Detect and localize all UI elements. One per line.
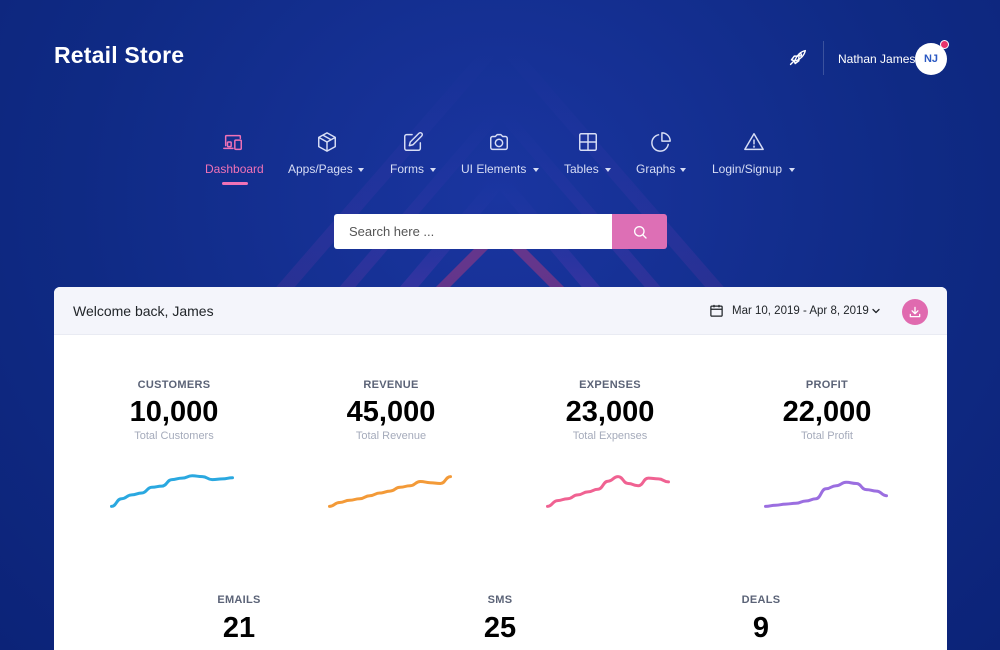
search-input[interactable]: [334, 214, 612, 249]
calendar-icon: [710, 304, 723, 317]
stat-value: 45,000: [346, 396, 436, 428]
stat-value: 22,000: [782, 396, 872, 428]
avatar-initials: NJ: [923, 53, 939, 65]
nav-item-forms[interactable]: Forms: [390, 128, 440, 186]
customers-sparkline: [110, 474, 234, 508]
grid-icon: [579, 133, 597, 151]
stat-value: 23,000: [565, 396, 655, 428]
notification-dot: [940, 40, 949, 49]
nav-item-graphs[interactable]: Graphs: [636, 128, 692, 186]
stat-label: SMS: [487, 594, 513, 606]
stat-value: 9: [752, 612, 770, 644]
chevron-down-icon: [872, 308, 880, 314]
stat-revenue: REVENUE 45,000 Total Revenue: [281, 379, 501, 442]
stat-profit: PROFIT 22,000 Total Profit: [717, 379, 937, 442]
nav-label-tables: Tables: [564, 162, 599, 176]
edit-icon: [404, 132, 423, 151]
brand-title[interactable]: Retail Store: [54, 42, 184, 69]
chevron-down-icon: [533, 168, 539, 172]
revenue-sparkline: [328, 475, 452, 508]
search-bar: [334, 214, 667, 249]
download-icon: [909, 306, 921, 318]
nav-label-graphs: Graphs: [636, 162, 676, 176]
sparkline-line: [546, 475, 670, 508]
stat-expenses: EXPENSES 23,000 Total Expenses: [500, 379, 720, 442]
stat-emails: EMAILS 21: [179, 594, 299, 645]
stat-subtitle: Total Profit: [801, 430, 853, 442]
chevron-down-icon: [430, 168, 436, 172]
active-indicator: [222, 182, 248, 185]
chevron-down-icon: [605, 168, 611, 172]
nav-label-ui-elements: UI Elements: [461, 162, 527, 176]
stat-value: 21: [222, 612, 256, 644]
devices-icon: [223, 134, 242, 151]
stat-subtitle: Total Revenue: [355, 430, 427, 442]
nav-label-forms: Forms: [390, 162, 424, 176]
nav-item-login-signup[interactable]: Login/Signup: [712, 128, 798, 186]
stat-label: DEALS: [741, 594, 781, 606]
card-header: Welcome back, James Mar 10, 2019 - Apr 8…: [54, 287, 947, 335]
chevron-down-icon: [680, 168, 686, 172]
stat-value: 10,000: [129, 396, 219, 428]
welcome-message: Welcome back, James: [73, 303, 214, 319]
user-name[interactable]: Nathan James: [838, 52, 915, 66]
date-range-text: Mar 10, 2019 - Apr 8, 2019: [732, 305, 869, 317]
stat-deals: DEALS 9: [701, 594, 821, 645]
main-nav: Dashboard Apps/Pages Forms UI Elements T…: [0, 128, 1000, 188]
nav-label-login-signup: Login/Signup: [712, 162, 783, 176]
chevron-down-icon: [789, 168, 795, 172]
profit-sparkline: [764, 480, 888, 508]
alert-triangle-icon: [744, 133, 764, 151]
stat-label: EMAILS: [217, 594, 261, 606]
chevron-down-icon: [358, 168, 364, 172]
top-bar: Retail Store Nathan James NJ: [0, 0, 1000, 110]
sparkline-line: [328, 475, 452, 508]
stat-subtitle: Total Customers: [134, 430, 214, 442]
stat-label: CUSTOMERS: [137, 379, 211, 391]
rocket-icon[interactable]: [786, 47, 808, 69]
nav-label-apps-pages: Apps/Pages: [288, 162, 353, 176]
pie-chart-icon: [651, 132, 671, 152]
search-icon: [633, 225, 647, 239]
download-button[interactable]: [902, 299, 928, 325]
nav-item-dashboard[interactable]: Dashboard: [205, 128, 265, 186]
stat-label: EXPENSES: [579, 379, 641, 391]
sparkline-line: [764, 480, 888, 508]
stat-subtitle: Total Expenses: [572, 430, 648, 442]
stat-value: 25: [483, 612, 517, 644]
sparkline-line: [110, 474, 234, 508]
header-divider: [823, 41, 824, 75]
nav-item-apps-pages[interactable]: Apps/Pages: [288, 128, 368, 186]
stat-label: REVENUE: [363, 379, 419, 391]
nav-item-tables[interactable]: Tables: [564, 128, 616, 186]
dashboard-card: Welcome back, James Mar 10, 2019 - Apr 8…: [54, 287, 947, 650]
expenses-sparkline: [546, 475, 670, 508]
nav-label-dashboard: Dashboard: [205, 162, 264, 176]
stat-sms: SMS 25: [440, 594, 560, 645]
search-button[interactable]: [612, 214, 667, 249]
box-icon: [318, 132, 336, 152]
stat-customers: CUSTOMERS 10,000 Total Customers: [64, 379, 284, 442]
stat-label: PROFIT: [805, 379, 849, 391]
camera-icon: [490, 133, 508, 151]
nav-item-ui-elements[interactable]: UI Elements: [461, 128, 543, 186]
